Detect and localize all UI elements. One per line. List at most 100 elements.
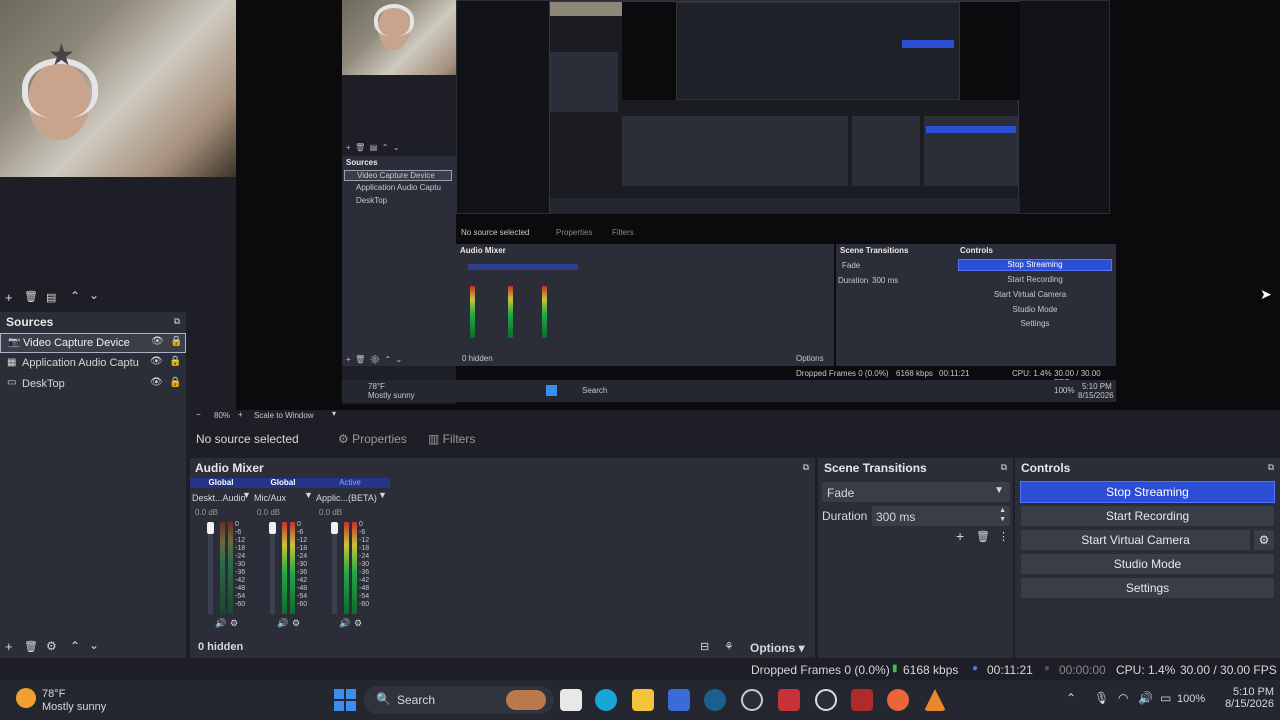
arrow-down-icon[interactable]: ⌄ bbox=[89, 288, 99, 302]
rec-time: 00:00:00 bbox=[1059, 663, 1106, 677]
source-item-desktop[interactable]: ▭ DeskTop 👁 🔒 bbox=[0, 375, 186, 395]
speaker-icon[interactable]: 🔊 bbox=[277, 618, 288, 629]
firefox-icon[interactable] bbox=[887, 689, 909, 711]
eye-icon[interactable]: 👁 bbox=[150, 356, 163, 367]
scale-mode-dropdown[interactable]: Scale to Window bbox=[254, 411, 314, 420]
arrow-up-icon[interactable]: ⌃ bbox=[70, 289, 80, 303]
trash-icon[interactable]: 🗑 bbox=[24, 290, 38, 303]
stop-streaming-button[interactable]: Stop Streaming bbox=[1020, 481, 1275, 503]
gear-icon[interactable]: ⚙ bbox=[292, 618, 300, 629]
start-recording-button[interactable]: Start Recording bbox=[1020, 505, 1275, 527]
layout-toggle-icon[interactable]: ⊟ bbox=[700, 640, 709, 653]
microphone-icon[interactable]: 🎙 bbox=[1094, 691, 1109, 705]
zoom-in-icon[interactable]: + bbox=[238, 410, 243, 419]
dock-float-icon[interactable]: ⧉ bbox=[803, 462, 809, 473]
scene-transitions-title: Scene Transitions bbox=[824, 461, 927, 475]
dock-float-icon[interactable]: ⧉ bbox=[1268, 462, 1274, 473]
zoom-out-icon[interactable]: − bbox=[196, 410, 201, 419]
start-virtual-camera-button[interactable]: Start Virtual Camera bbox=[1020, 529, 1251, 551]
studio-mode-button[interactable]: Studio Mode bbox=[1020, 553, 1275, 575]
app-red-icon[interactable] bbox=[778, 689, 800, 711]
vlc-icon[interactable] bbox=[924, 689, 946, 711]
volume-icon[interactable]: 🔊 bbox=[1138, 691, 1153, 705]
channel-name: Applic...(BETA) bbox=[316, 493, 377, 503]
filters-button[interactable]: ▥ Filters bbox=[428, 432, 475, 446]
volume-fader[interactable] bbox=[269, 522, 276, 614]
settings-button[interactable]: Settings bbox=[1020, 577, 1275, 599]
file-explorer-icon[interactable] bbox=[632, 689, 654, 711]
zoom-percent[interactable]: 80% bbox=[214, 411, 230, 420]
nested-search: Search bbox=[582, 386, 608, 395]
channel-tag: Active bbox=[339, 478, 361, 487]
nested-clock-date: 8/15/2026 bbox=[1078, 391, 1114, 400]
clock[interactable]: 5:10 PM 8/15/2026 bbox=[1208, 686, 1274, 714]
properties-button[interactable]: ⚙ Properties bbox=[338, 432, 407, 446]
source-item-video-capture[interactable]: 📷 Video Capture Device 👁 🔒 bbox=[0, 333, 186, 353]
virtual-camera-settings-button[interactable]: ⚙ bbox=[1253, 529, 1275, 551]
duration-spinbox[interactable]: 300 ms ▲ ▼ bbox=[872, 506, 1010, 526]
no-source-label: No source selected bbox=[196, 432, 299, 446]
lock-icon[interactable]: 🔒 bbox=[169, 356, 181, 367]
gear-icon[interactable]: ⚙ bbox=[354, 618, 362, 629]
volume-fader[interactable] bbox=[331, 522, 338, 614]
gear-icon[interactable]: ⚙ bbox=[46, 639, 57, 653]
gear-icon[interactable]: ⚙ bbox=[230, 618, 238, 629]
options-button[interactable]: Options ▾ bbox=[750, 641, 805, 655]
transition-select[interactable]: Fade ▼ bbox=[822, 482, 1010, 502]
dock-float-icon[interactable]: ⧉ bbox=[1001, 462, 1007, 473]
mixer-channel: Global Mic/Aux ▼ 0.0 dB 0 -6 -12 -18 -24 -30-… bbox=[252, 478, 314, 634]
speaker-icon[interactable]: 🔊 bbox=[339, 618, 350, 629]
nested-stream-time: 00:11:21 bbox=[939, 369, 970, 378]
trash-icon[interactable]: 🗑 bbox=[976, 530, 990, 543]
more-options-icon[interactable]: ⋮ bbox=[998, 530, 1009, 543]
cpu-usage: CPU: 1.4% bbox=[1116, 663, 1176, 677]
add-icon[interactable]: + bbox=[5, 639, 13, 654]
nested-scene-transitions: Scene Transitions Fade Duration 300 ms bbox=[836, 244, 956, 366]
store-icon[interactable] bbox=[668, 689, 690, 711]
nested-sources-bottom-toolbar: + 🗑 ⚙ ⌃ ⌄ bbox=[346, 355, 403, 364]
nested-sources-dock: Sources Video Capture Device Application… bbox=[342, 156, 456, 366]
obs-icon[interactable] bbox=[815, 689, 837, 711]
add-transition-icon[interactable]: + bbox=[956, 528, 964, 544]
weather-temp: 78°F bbox=[42, 688, 66, 700]
record-status-icon: ● bbox=[1044, 663, 1051, 674]
start-button[interactable] bbox=[334, 689, 356, 711]
webcam-feed: ★ bbox=[0, 0, 236, 177]
controls-dock: Controls ⧉ Stop Streaming Start Recordin… bbox=[1015, 458, 1280, 658]
arrow-up-icon[interactable]: ⌃ bbox=[70, 639, 80, 653]
nested-source-item: Video Capture Device bbox=[344, 170, 452, 181]
dropped-frames: Dropped Frames 0 (0.0%) bbox=[751, 663, 890, 677]
filter-icon[interactable]: ▤ bbox=[46, 291, 56, 304]
clock-time: 5:10 PM bbox=[1233, 686, 1274, 698]
edge-browser-icon[interactable] bbox=[595, 689, 617, 711]
trash-icon[interactable]: 🗑 bbox=[24, 640, 38, 653]
link-icon[interactable]: ⚘ bbox=[724, 640, 734, 653]
task-view-icon[interactable] bbox=[560, 689, 582, 711]
gear-icon: ⚙ bbox=[1258, 533, 1270, 547]
mixer-channel: Global Deskt...Audio ▼ 0.0 dB 0 -6 -12 -18-… bbox=[190, 478, 252, 634]
steam-icon[interactable] bbox=[704, 689, 726, 711]
chevron-down-icon[interactable]: ▾ bbox=[332, 409, 336, 418]
arrow-down-icon[interactable]: ⌄ bbox=[89, 638, 99, 652]
add-icon[interactable]: + bbox=[5, 290, 13, 305]
channel-name-dropdown[interactable]: Mic/Aux ▼ bbox=[254, 490, 314, 503]
taskbar-search[interactable]: 🔍 Search bbox=[364, 686, 554, 714]
weather-widget[interactable]: 78°F Mostly sunny bbox=[14, 686, 134, 714]
logitech-icon[interactable] bbox=[741, 689, 763, 711]
eye-icon[interactable]: 👁 bbox=[151, 336, 164, 347]
volume-fader[interactable] bbox=[207, 522, 214, 614]
source-item-app-audio[interactable]: ▦ Application Audio Captu 👁 🔒 bbox=[0, 354, 186, 374]
tray-chevron-icon[interactable]: ⌃ bbox=[1066, 691, 1076, 705]
nested-settings: Settings bbox=[1020, 319, 1050, 328]
wifi-icon[interactable]: ◠ bbox=[1118, 691, 1128, 705]
media-app-icon[interactable] bbox=[851, 689, 873, 711]
lock-icon[interactable]: 🔒 bbox=[170, 336, 182, 347]
channel-name-dropdown[interactable]: Applic...(BETA) ▼ bbox=[316, 490, 388, 503]
dock-float-icon[interactable]: ⧉ bbox=[174, 316, 180, 327]
lock-icon[interactable]: 🔒 bbox=[169, 377, 181, 388]
sources-title: Sources bbox=[6, 315, 54, 329]
eye-icon[interactable]: 👁 bbox=[150, 377, 163, 388]
channel-name-dropdown[interactable]: Deskt...Audio ▼ bbox=[192, 490, 252, 503]
weather-desc: Mostly sunny bbox=[42, 701, 107, 713]
speaker-icon[interactable]: 🔊 bbox=[215, 618, 226, 629]
